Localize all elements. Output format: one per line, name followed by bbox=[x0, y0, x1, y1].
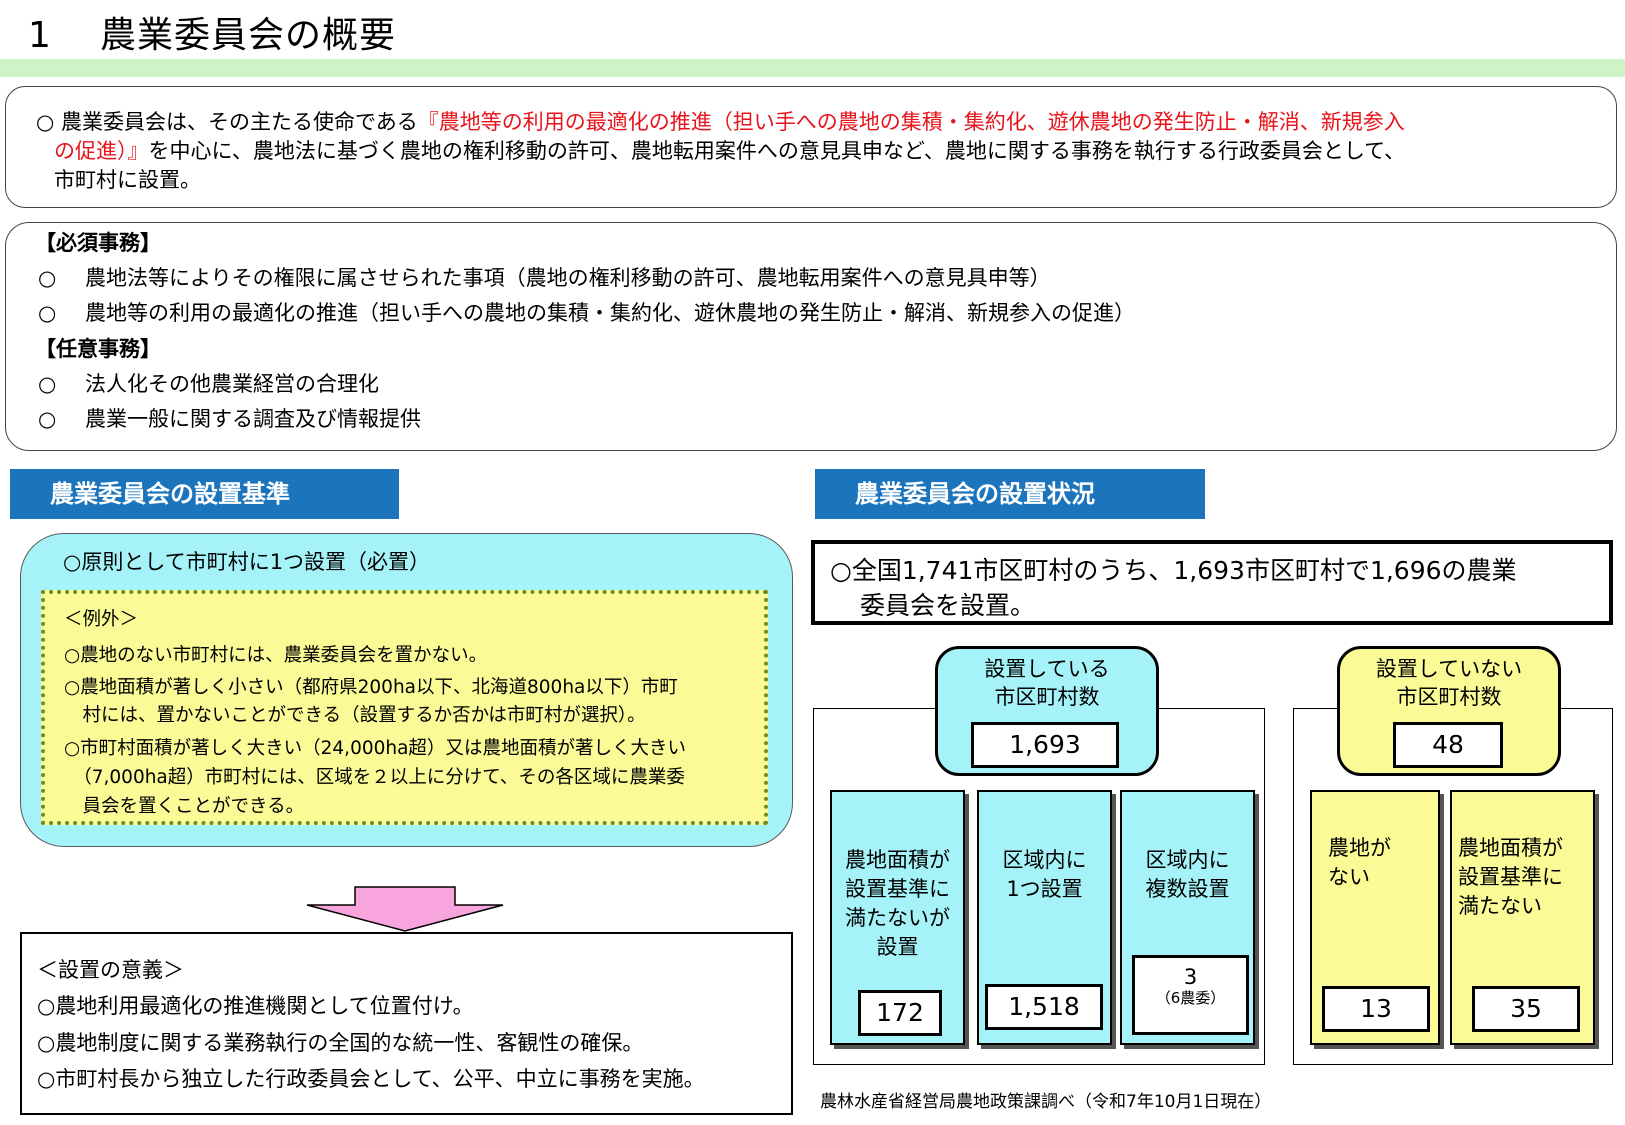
mandatory-duty-item: ○ 農地等の利用の最適化の推進（担い手への農地の集積・集約化、遊休農地の発生防止・… bbox=[38, 297, 1135, 327]
significance-line: ○農地利用最適化の推進機関として位置付け。 bbox=[37, 994, 474, 1018]
optional-duty-text: 農業一般に関する調査及び情報提供 bbox=[85, 407, 421, 431]
significance-heading: ＜設置の意義＞ bbox=[37, 958, 184, 982]
title-underline-bar bbox=[0, 59, 1625, 77]
title-number: 1 bbox=[28, 15, 52, 56]
not-established-label-2: 市区町村数 bbox=[1396, 685, 1502, 709]
mandatory-duty-text: 農地法等によりその権限に属させられた事項（農地の権利移動の許可、農地転用案件への… bbox=[85, 266, 1051, 290]
intro-line-2: の促進）』を中心に、農地法に基づく農地の権利移動の許可、農地転用案件への意見具申… bbox=[36, 137, 1606, 166]
established-count: 1,693 bbox=[971, 722, 1119, 768]
mandatory-duties-heading: 【必須事務】 bbox=[35, 231, 161, 255]
column-label-line: 設置 bbox=[876, 935, 919, 959]
column-label-line: 農地面積が bbox=[845, 848, 950, 872]
column-label-line: 1つ設置 bbox=[1006, 877, 1083, 901]
column-label-line: 複数設置 bbox=[1145, 877, 1230, 901]
significance-line: ○市町村長から独立した行政委員会として、公平、中立に事務を実施。 bbox=[37, 1067, 705, 1091]
bullet-circle-icon: ○ bbox=[38, 407, 57, 431]
count-multiple-per-area: 3 （6農委） bbox=[1132, 955, 1249, 1035]
bullet-circle-icon: ○ bbox=[38, 266, 57, 290]
column-label-line: ない bbox=[1328, 865, 1370, 889]
optional-duty-text: 法人化その他農業経営の合理化 bbox=[85, 372, 379, 396]
exception-line: （7,000ha超）市町村には、区域を２以上に分けて、その各区域に農業委 bbox=[64, 767, 685, 788]
intro-rest-2: を中心に、農地法に基づく農地の権利移動の許可、農地転用案件への意見具申など、農地… bbox=[148, 139, 1406, 163]
column-label-line: 区域内に bbox=[1002, 848, 1087, 872]
exception-line: ○市町村面積が著しく大きい（24,000ha超）又は農地面積が著しく大きい bbox=[64, 738, 686, 759]
count-no-farmland: 13 bbox=[1322, 986, 1430, 1032]
column-label-line: 農地面積が bbox=[1458, 836, 1563, 860]
intro-lead: ○ 農業委員会は、その主たる使命である bbox=[36, 110, 418, 134]
established-label-1: 設置している bbox=[984, 657, 1110, 681]
criteria-section-heading: 農業委員会の設置基準 bbox=[10, 469, 399, 519]
intro-text: ○ 農業委員会は、その主たる使命である『農地等の利用の最適化の推進（担い手への農… bbox=[36, 108, 1606, 195]
status-section-heading: 農業委員会の設置状況 bbox=[815, 469, 1205, 519]
exception-line: ○農地のない市町村には、農業委員会を置かない。 bbox=[64, 645, 488, 666]
intro-line-1: ○ 農業委員会は、その主たる使命である『農地等の利用の最適化の推進（担い手への農… bbox=[36, 108, 1606, 137]
bullet-circle-icon: ○ bbox=[38, 301, 57, 325]
column-label-line: 設置基準に bbox=[845, 877, 950, 901]
intro-red-2: の促進）』 bbox=[54, 139, 149, 163]
count-below-standard-not-established: 35 bbox=[1472, 986, 1580, 1032]
criteria-principle: ○原則として市町村に1つ設置（必置） bbox=[63, 550, 431, 574]
count-one-per-area: 1,518 bbox=[985, 984, 1103, 1030]
intro-red-1: 『農地等の利用の最適化の推進（担い手への農地の集積・集約化、遊休農地の発生防止・… bbox=[417, 110, 1405, 134]
intro-line-3: 市町村に設置。 bbox=[54, 168, 201, 192]
optional-duty-item: ○ 農業一般に関する調査及び情報提供 bbox=[38, 403, 421, 433]
count-multiple-value: 3 bbox=[1183, 965, 1198, 989]
column-label-line: 区域内に bbox=[1145, 848, 1230, 872]
mandatory-duty-text: 農地等の利用の最適化の推進（担い手への農地の集積・集約化、遊休農地の発生防止・解… bbox=[85, 301, 1135, 325]
count-below-standard-established: 172 bbox=[858, 990, 942, 1036]
exception-line: ○農地面積が著しく小さい（都府県200ha以下、北海道800ha以下）市町 bbox=[64, 677, 678, 698]
column-label-line: 農地が bbox=[1328, 836, 1391, 860]
significance-line: ○農地制度に関する業務執行の全国的な統一性、客観性の確保。 bbox=[37, 1031, 644, 1055]
bullet-circle-icon: ○ bbox=[38, 372, 57, 396]
optional-duty-item: ○ 法人化その他農業経営の合理化 bbox=[38, 368, 379, 398]
status-summary-line-1: ○全国1,741市区町村のうち、1,693市区町村で1,696の農業 bbox=[830, 556, 1517, 585]
exception-line: 村には、置かないことができる（設置するか否かは市町村が選択）。 bbox=[64, 705, 646, 726]
established-label-2: 市区町村数 bbox=[994, 685, 1100, 709]
count-multiple-note: （6農委） bbox=[1155, 989, 1226, 1007]
not-established-label-1: 設置していない bbox=[1375, 657, 1523, 681]
optional-duties-heading: 【任意事務】 bbox=[35, 337, 161, 361]
down-arrow-icon bbox=[306, 886, 504, 932]
column-label-line: 設置基準に bbox=[1458, 865, 1563, 889]
mandatory-duty-item: ○ 農地法等によりその権限に属させられた事項（農地の権利移動の許可、農地転用案件へ… bbox=[38, 262, 1051, 292]
title-text: 農業委員会の概要 bbox=[100, 15, 397, 56]
not-established-count: 48 bbox=[1393, 722, 1503, 768]
status-summary-line-2: 委員会を設置。 bbox=[860, 591, 1036, 620]
exception-line: ＜例外＞ bbox=[64, 609, 139, 630]
exception-line: 員会を置くことができる。 bbox=[64, 796, 305, 817]
page-title: 1 農業委員会の概要 bbox=[28, 14, 396, 58]
column-label-line: 満たないが bbox=[845, 906, 950, 930]
column-label-line: 満たない bbox=[1458, 894, 1542, 918]
source-footnote: 農林水産省経営局農地政策課調べ（令和7年10月1日現在） bbox=[820, 1092, 1272, 1112]
